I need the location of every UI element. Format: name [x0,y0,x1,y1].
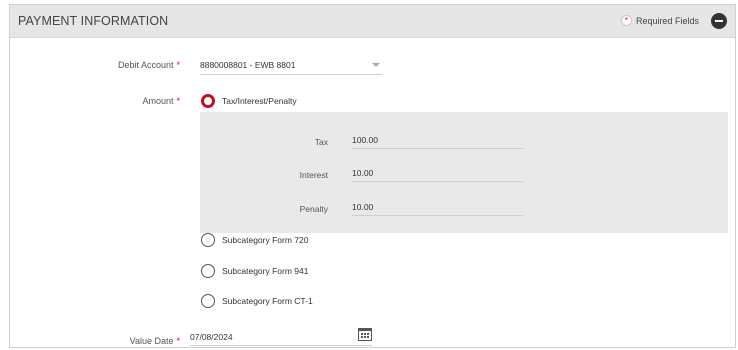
required-star: * [176,60,180,70]
debit-account-value: 8880008801 - EWB 8801 [200,60,296,70]
collapse-section-button[interactable] [711,13,727,29]
amount-label-text: Amount [142,96,174,106]
minus-icon [715,20,723,22]
amount-label: Amount * [10,96,180,106]
debit-account-select[interactable]: 8880008801 - EWB 8801 [200,57,382,75]
dropdown-caret-icon [372,63,380,67]
radio-subcategory-form-720[interactable] [201,233,215,247]
interest-label: Interest [299,170,328,180]
radio-label-form-941: Subcategory Form 941 [222,266,309,276]
radio-label-tax-interest-penalty: Tax/Interest/Penalty [222,96,297,106]
panel-header: PAYMENT INFORMATION * Required Fields [10,5,735,38]
radio-label-form-720: Subcategory Form 720 [222,235,309,245]
required-marker-icon: * [620,15,632,26]
required-star: * [176,96,180,106]
value-date-input[interactable]: 07/08/2024 [190,328,372,346]
interest-input[interactable]: 10.00 [352,166,523,182]
interest-value: 10.00 [352,168,374,178]
panel-title: PAYMENT INFORMATION [18,14,169,28]
penalty-input[interactable]: 10.00 [352,200,523,216]
debit-account-label-text: Debit Account [117,60,174,70]
radio-tax-interest-penalty[interactable] [201,94,215,108]
value-date-value: 07/08/2024 [190,332,233,342]
required-fields-text: Required Fields [635,15,699,26]
radio-subcategory-form-ct-1[interactable] [201,294,215,308]
amount-breakdown-panel: Tax 100.00 Interest 10.00 Penalty 10.00 [200,112,728,233]
tax-label: Tax [314,137,328,147]
debit-account-label: Debit Account * [10,60,180,70]
required-fields-legend: * Required Fields [620,15,699,26]
tax-value: 100.00 [352,135,378,145]
penalty-label: Penalty [299,204,328,214]
value-date-label: Value Date * [10,336,180,346]
value-date-label-text: Value Date [129,336,174,346]
penalty-value: 10.00 [352,202,374,212]
calendar-icon[interactable] [358,328,372,341]
radio-subcategory-form-941[interactable] [201,264,215,278]
required-star: * [176,336,180,346]
payment-information-panel: PAYMENT INFORMATION * Required Fields De… [9,4,736,348]
tax-input[interactable]: 100.00 [352,133,523,149]
radio-label-form-ct-1: Subcategory Form CT-1 [222,296,313,306]
